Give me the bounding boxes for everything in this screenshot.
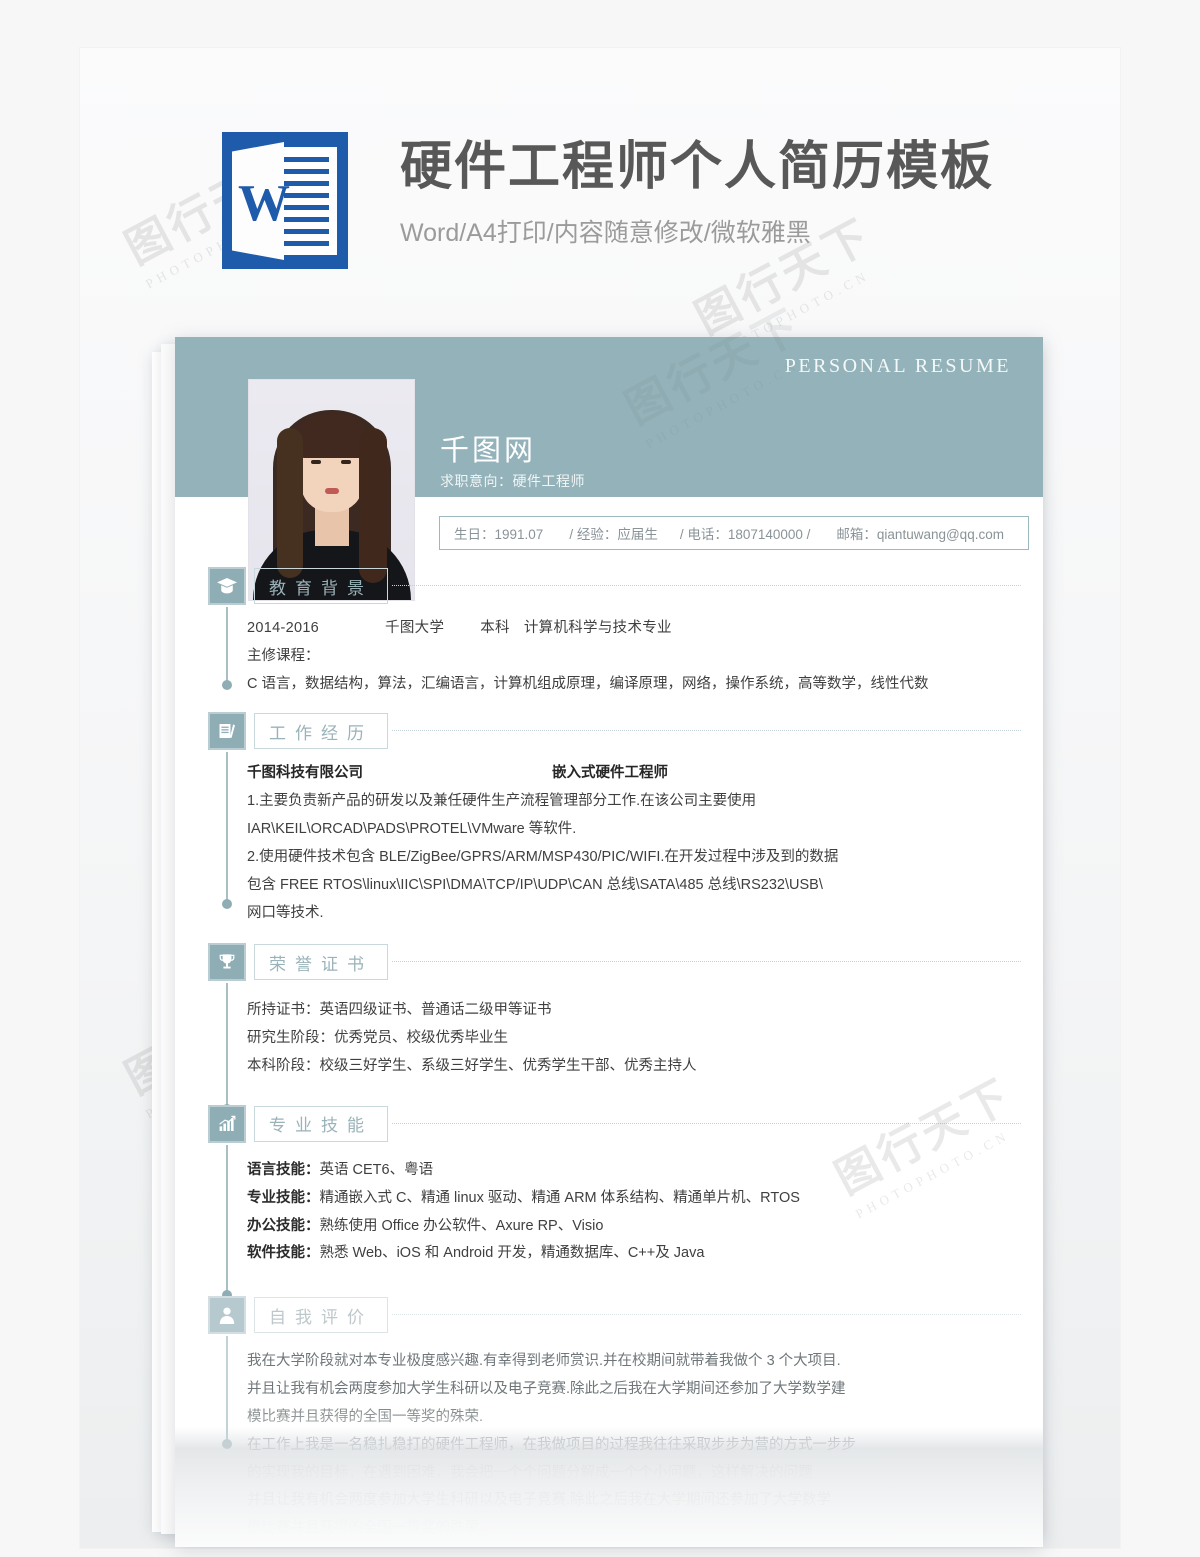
skill-row: 专业技能：精通嵌入式 C、精通 linux 驱动、精通 ARM 体系结构、精通单… [247,1185,1023,1213]
self-eval-line: 模比赛并且获得的全国一等奖的殊荣. [247,1408,484,1425]
section-dotted-rule [392,1314,1021,1316]
section-title-work: 工作经历 [254,713,388,750]
timeline-connector [222,983,232,1115]
education-row: 2014-2016 千图大学 本科 计算机科学与技术专业 [247,615,1023,643]
self-eval-line: 在工作上我是一名稳扎稳打的硬件工程师，在我做项目的过程我往往采取步步为营的方式一… [247,1436,856,1453]
section-honors: 荣誉证书 所持证书：英语四级证书、普通话二级甲等证书 研究生阶段：优秀党员、校级… [175,941,1043,1115]
skill-row: 语言技能：英语 CET6、粤语 [247,1157,1023,1185]
briefcase-icon [208,712,246,751]
contact-experience: / 经验：应届生 [569,527,658,542]
timeline-connector [222,1144,232,1300]
education-degree: 本科 [480,620,510,636]
education-courses-label: 主修课程： [247,647,320,664]
section-header-work: 工作经历 [208,710,1043,752]
section-skills: 专业技能 语言技能：英语 CET6、粤语 专业技能：精通嵌入式 C、精通 lin… [175,1103,1043,1300]
education-major: 计算机科学与技术专业 [523,620,672,636]
promo-title-text: 硬件工程师个人简历模板 Word/A4打印/内容随意修改/微软雅黑 [400,132,994,249]
graduation-cap-icon [208,567,246,605]
contact-info-bar: 生日：1991.07 / 经验：应届生 / 电话：1807140000 / 邮箱… [439,516,1029,550]
trophy-icon [208,943,246,982]
honor-line: 本科阶段：校级三好学生、系级三好学生、优秀学生干部、优秀主持人 [247,1058,697,1075]
skill-label: 办公技能： [247,1217,320,1234]
timeline-connector [222,752,232,910]
candidate-name: 千图网 [440,435,537,467]
skill-value: 熟悉 Web、iOS 和 Android 开发，精通数据库、C++及 Java [319,1245,705,1262]
skill-row: 软件技能：熟悉 Web、iOS 和 Android 开发，精通数据库、C++及 … [247,1240,1023,1268]
work-bullet: 1.主要负责新产品的研发以及兼任硬件生产流程管理部分工作.在该公司主要使用 [247,793,757,810]
section-title-education: 教育背景 [254,568,388,604]
self-eval-line: 并且让我有机会两度参加大学生科研以及电子竞赛.除此之后我在大学期间还参加了大学数… [247,1492,832,1509]
section-dotted-rule [392,730,1021,732]
word-letter: W [238,175,290,232]
section-header-self-evaluation: 自我评价 [208,1294,1043,1336]
section-header-honors: 荣誉证书 [208,941,1043,983]
work-position: 嵌入式硬件工程师 [552,765,668,782]
section-body-education: 2014-2016 千图大学 本科 计算机科学与技术专业 主修课程： C 语言，数据结… [247,607,1043,698]
section-body-self-evaluation: 我在大学阶段就对本专业极度感兴趣.有幸得到老师赏识.并在校期间就带着我做个 3 … [247,1336,1043,1487]
skill-label: 软件技能： [247,1245,320,1262]
work-bullet: 2.使用硬件技术包含 BLE/ZigBee/GPRS/ARM/MSP430/PI… [247,848,839,865]
skill-value: 熟练使用 Office 办公软件、Axure RP、Visio [319,1217,604,1234]
section-dotted-rule [392,961,1021,963]
promo-header: W 硬件工程师个人简历模板 Word/A4打印/内容随意修改/微软雅黑 [222,132,994,269]
skill-label: 专业技能： [247,1189,320,1206]
work-company: 千图科技有限公司 [247,765,363,782]
contact-birthday: 生日：1991.07 [454,527,544,542]
contact-phone: / 电话：1807140000 / [679,527,811,542]
education-courses: C 语言，数据结构，算法，汇编语言，计算机组成原理，编译原理，网络，操作系统，高… [247,675,929,692]
bar-chart-icon [208,1104,246,1143]
work-title-row: 千图科技有限公司 嵌入式硬件工程师 [247,760,1023,788]
section-education: 教育背景 2014-2016 千图大学 本科 计算机科学与技术专业 主修课程： C 语… [175,565,1043,698]
section-title-skills: 专业技能 [254,1105,388,1142]
contact-email: 邮箱：qiantuwang@qq.com [836,527,1004,542]
section-body-work: 千图科技有限公司 嵌入式硬件工程师 1.主要负责新产品的研发以及兼任硬件生产流程… [247,752,1043,927]
section-body-honors: 所持证书：英语四级证书、普通话二级甲等证书 研究生阶段：优秀党员、校级优秀毕业生… [247,983,1043,1080]
timeline-connector [222,607,232,690]
skill-label: 语言技能： [247,1161,320,1178]
work-bullet: 包含 FREE RTOS\linux\IIC\SPI\DMA\TCP/IP\UD… [247,876,823,893]
self-eval-faded-tail: 并且让我有机会两度参加大学生科研以及电子竞赛.除此之后我在大学期间还参加了大学数… [247,1487,1043,1543]
education-years: 2014-2016 [247,620,320,636]
education-school: 千图大学 [385,620,445,636]
job-objective: 求职意向：硬件工程师 [440,473,585,489]
timeline-connector [222,1336,232,1450]
skill-value: 英语 CET6、粤语 [319,1161,434,1178]
section-header-skills: 专业技能 [208,1103,1043,1145]
work-bullet: 网口等技术. [247,904,324,921]
section-self-evaluation: 自我评价 我在大学阶段就对本专业极度感兴趣.有幸得到老师赏识.并在校期间就带着我… [175,1294,1043,1543]
self-eval-line: 并且让我有机会两度参加大学生科研以及电子竞赛.除此之后我在大学期间还参加了大学数… [247,1381,846,1398]
self-eval-line: 我在大学阶段就对本专业极度感兴趣.有幸得到老师赏识.并在校期间就带着我做个 3 … [247,1353,841,1370]
honor-line: 所持证书：英语四级证书、普通话二级甲等证书 [247,1002,552,1019]
section-work: 工作经历 千图科技有限公司 嵌入式硬件工程师 1.主要负责新产品的研发以及兼任硬… [175,710,1043,927]
self-eval-line: 的实现我的目标，在遇到困难，我会把一个个问题分解成一个个小问题，这样解决的问题 [247,1464,813,1481]
section-title-self-evaluation: 自我评价 [254,1297,388,1334]
page-title: 硬件工程师个人简历模板 [400,138,995,196]
section-header-education: 教育背景 [208,565,1043,607]
skill-value: 精通嵌入式 C、精通 linux 驱动、精通 ARM 体系结构、精通单片机、RT… [319,1189,800,1206]
skill-row: 办公技能：熟练使用 Office 办公软件、Axure RP、Visio [247,1213,1023,1241]
banner-label: PERSONAL RESUME [784,355,1011,377]
word-document-icon: W [222,132,348,269]
user-icon [208,1296,246,1335]
resume-page: PERSONAL RESUME 千图网 求职意向：硬件工程师 生日：1991.0… [175,337,1043,1547]
page-subtitle: Word/A4打印/内容随意修改/微软雅黑 [400,219,811,248]
section-dotted-rule [392,1122,1021,1125]
section-dotted-rule [392,585,1021,587]
section-title-honors: 荣誉证书 [254,944,388,981]
self-eval-line: 模比赛并且获得的全国一等奖的殊荣. [247,1520,484,1537]
work-bullet: IAR\KEIL\ORCAD\PADS\PROTEL\VMware 等软件. [247,821,577,838]
honor-line: 研究生阶段：优秀党员、校级优秀毕业生 [247,1030,508,1047]
section-body-skills: 语言技能：英语 CET6、粤语 专业技能：精通嵌入式 C、精通 linux 驱动… [247,1145,1043,1268]
resume-body: 教育背景 2014-2016 千图大学 本科 计算机科学与技术专业 主修课程： C 语… [175,565,1043,1543]
